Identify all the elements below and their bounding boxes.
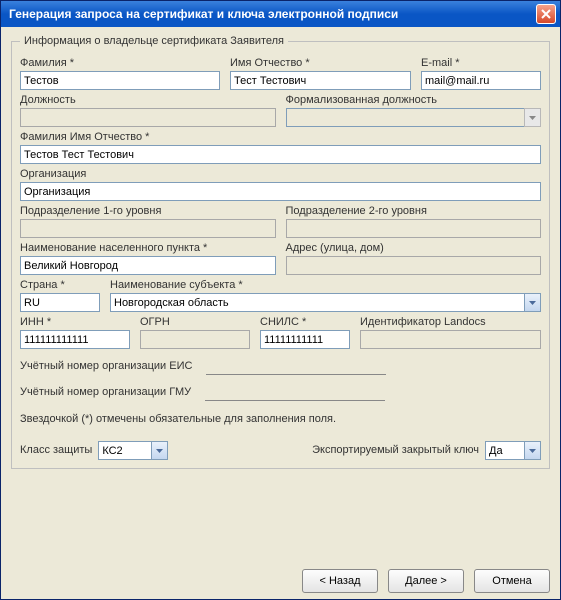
gmu-value: [205, 385, 385, 401]
dept1-label: Подразделение 1-го уровня: [20, 205, 276, 217]
required-note: Звездочкой (*) отмечены обязательные для…: [20, 413, 541, 425]
dialog-body: Информация о владельце сертификата Заяви…: [1, 27, 560, 599]
landocs-label: Идентификатор Landocs: [360, 316, 541, 328]
subject-select[interactable]: [110, 293, 541, 312]
exportable-select[interactable]: [485, 441, 541, 460]
country-label: Страна *: [20, 279, 100, 291]
landocs-input: [360, 330, 541, 349]
window-title: Генерация запроса на сертификат и ключа …: [9, 7, 536, 21]
owner-info-group: Информация о владельце сертификата Заяви…: [11, 35, 550, 469]
org-input[interactable]: [20, 182, 541, 201]
dept2-label: Подразделение 2-го уровня: [286, 205, 542, 217]
exportable-value[interactable]: [485, 441, 525, 460]
footer-buttons: < Назад Далее > Отмена: [11, 559, 550, 593]
dept1-input: [20, 219, 276, 238]
group-legend: Информация о владельце сертификата Заяви…: [20, 35, 288, 47]
protection-value[interactable]: [98, 441, 152, 460]
formal-position-label: Формализованная должность: [286, 94, 542, 106]
eis-label: Учётный номер организации ЕИС: [20, 360, 192, 372]
country-input[interactable]: [20, 293, 100, 312]
dept2-input: [286, 219, 542, 238]
protection-label: Класс защиты: [20, 444, 92, 456]
surname-input[interactable]: [20, 71, 220, 90]
email-input[interactable]: [421, 71, 541, 90]
protection-select[interactable]: [98, 441, 168, 460]
inn-label: ИНН *: [20, 316, 130, 328]
gmu-label: Учётный номер организации ГМУ: [20, 386, 191, 398]
position-label: Должность: [20, 94, 276, 106]
locality-input[interactable]: [20, 256, 276, 275]
name-patr-input[interactable]: [230, 71, 411, 90]
dialog-window: Генерация запроса на сертификат и ключа …: [0, 0, 561, 600]
surname-label: Фамилия *: [20, 57, 220, 69]
ogrn-label: ОГРН: [140, 316, 250, 328]
subject-value[interactable]: [110, 293, 525, 312]
inn-input[interactable]: [20, 330, 130, 349]
snils-label: СНИЛС *: [260, 316, 350, 328]
next-button[interactable]: Далее >: [388, 569, 464, 593]
address-label: Адрес (улица, дом): [286, 242, 542, 254]
chevron-down-icon[interactable]: [524, 293, 541, 312]
exportable-label: Экспортируемый закрытый ключ: [312, 444, 479, 456]
email-label: E-mail *: [421, 57, 541, 69]
formal-position-value: [286, 108, 526, 127]
name-patr-label: Имя Отчество *: [230, 57, 411, 69]
eis-value: [206, 359, 386, 375]
fio-input[interactable]: [20, 145, 541, 164]
formal-position-select: [286, 108, 542, 127]
ogrn-input: [140, 330, 250, 349]
close-icon: [541, 9, 551, 19]
chevron-down-icon: [524, 108, 541, 127]
chevron-down-icon[interactable]: [524, 441, 541, 460]
close-button[interactable]: [536, 4, 556, 24]
org-label: Организация: [20, 168, 541, 180]
titlebar: Генерация запроса на сертификат и ключа …: [1, 1, 560, 27]
snils-input[interactable]: [260, 330, 350, 349]
chevron-down-icon[interactable]: [151, 441, 168, 460]
cancel-button[interactable]: Отмена: [474, 569, 550, 593]
position-input: [20, 108, 276, 127]
fio-label: Фамилия Имя Отчество *: [20, 131, 541, 143]
subject-label: Наименование субъекта *: [110, 279, 541, 291]
back-button[interactable]: < Назад: [302, 569, 378, 593]
locality-label: Наименование населенного пункта *: [20, 242, 276, 254]
address-input: [286, 256, 542, 275]
